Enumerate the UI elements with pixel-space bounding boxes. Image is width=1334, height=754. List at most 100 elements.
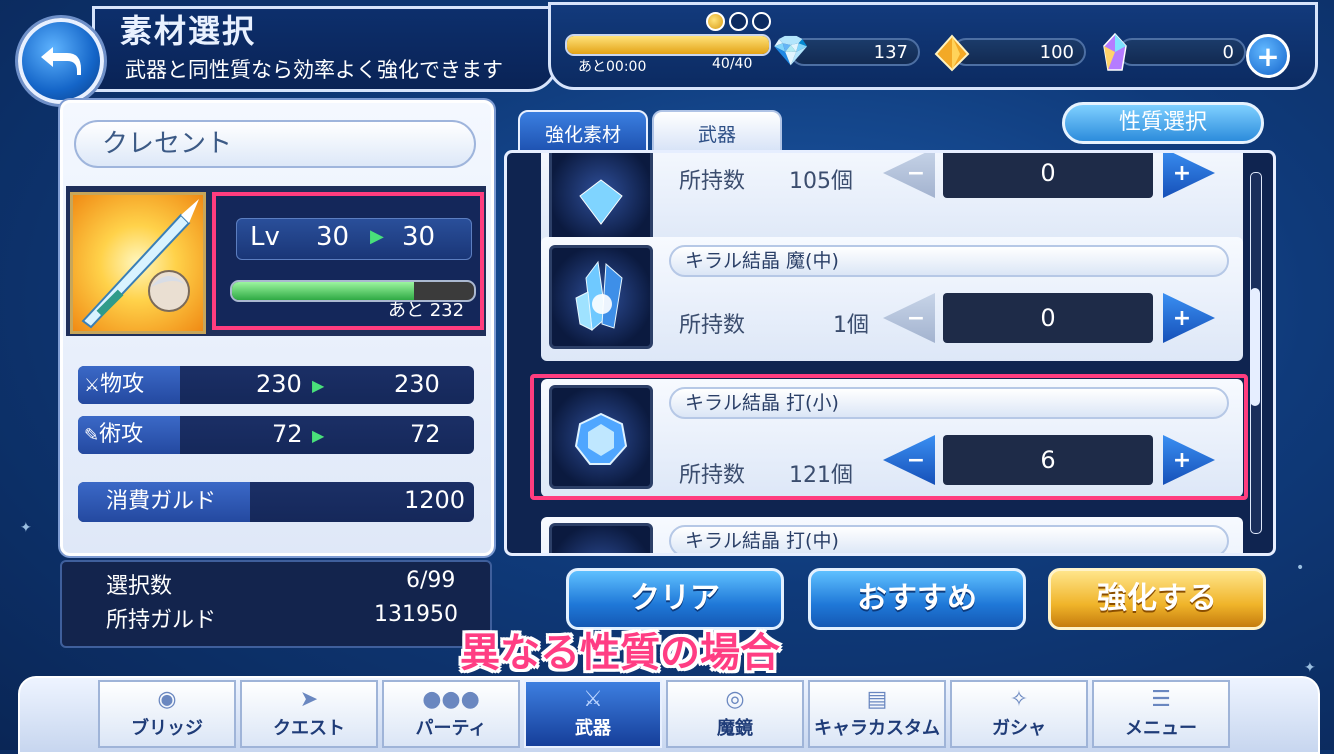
plus-icon: +	[1172, 160, 1192, 186]
crystal-count: 100	[1039, 41, 1074, 63]
nav-quest[interactable]: ➤ クエスト	[240, 680, 378, 748]
increase-button[interactable]: +	[1163, 153, 1215, 198]
nav-label: 武器	[575, 718, 611, 739]
gacha-icon: ✧	[1009, 687, 1029, 712]
owned-count: 1個	[833, 313, 869, 338]
owned-gold-value: 131950	[374, 602, 458, 627]
wand-icon: ✎	[84, 425, 100, 446]
rainbow-crystal-count: 0	[1222, 41, 1234, 63]
increase-button[interactable]: +	[1163, 293, 1215, 343]
sword-icon	[81, 199, 199, 329]
arrow-right-icon: ▶	[312, 426, 325, 445]
quest-icon: ➤	[299, 687, 319, 712]
crystal-icon	[549, 153, 653, 245]
nav-label: メニュー	[1125, 718, 1197, 739]
back-arrow-icon	[41, 47, 81, 75]
nav-weapon[interactable]: ⚔ 武器	[524, 680, 662, 748]
gold-cost-label: 消費ガルド	[78, 482, 250, 522]
minus-icon: −	[906, 305, 926, 331]
stamina-dot	[752, 12, 771, 31]
stamina-dot	[729, 12, 748, 31]
back-button[interactable]	[18, 18, 104, 104]
add-currency-button[interactable]: +	[1246, 34, 1290, 78]
stat-value-after: 72	[410, 420, 441, 448]
stamina-bar	[565, 34, 771, 56]
party-icon: ●●●	[422, 687, 480, 712]
owned-label: 所持数	[679, 169, 746, 194]
material-list-item[interactable]: キラル結晶 打(中)	[541, 517, 1243, 553]
plus-icon: +	[1172, 305, 1192, 331]
stamina-timer: あと00:00	[578, 59, 647, 75]
nav-gacha[interactable]: ✧ ガシャ	[950, 680, 1088, 748]
nav-label: ブリッジ	[131, 718, 203, 739]
nav-mirror[interactable]: ◎ 魔鏡	[666, 680, 804, 748]
page-subtitle: 武器と同性質なら効率よく強化できます	[125, 58, 503, 82]
stamina-dot	[706, 12, 725, 31]
material-list-item[interactable]: 所持数 105個 − 0 +	[541, 153, 1243, 251]
decrease-button[interactable]: −	[883, 153, 935, 198]
level-current: 30	[316, 222, 350, 252]
decrease-button[interactable]: −	[883, 293, 935, 343]
sparkle-decoration: ✦	[20, 520, 32, 536]
trait-select-button[interactable]: 性質選択	[1062, 102, 1264, 144]
rainbow-crystal-icon	[1103, 32, 1127, 71]
stamina-dots	[706, 12, 771, 31]
nav-label: ガシャ	[992, 718, 1046, 739]
sparkle-decoration: •	[1296, 560, 1305, 576]
gem-count: 137	[873, 41, 908, 63]
recommend-button[interactable]: おすすめ	[808, 568, 1026, 630]
stat-tag: ⚔物攻	[78, 366, 180, 404]
mirror-icon: ◎	[725, 687, 745, 712]
menu-icon: ☰	[1151, 687, 1171, 712]
sword-small-icon: ⚔	[84, 375, 101, 396]
stat-label: 術攻	[99, 422, 144, 447]
material-name: キラル結晶 打(中)	[669, 525, 1229, 553]
stat-value-after: 230	[394, 370, 440, 398]
gem-counter: 137	[790, 38, 920, 66]
gold-crystal-icon	[934, 34, 970, 72]
stat-value-current: 72	[272, 420, 303, 448]
owned-count: 105個	[789, 169, 853, 194]
enhance-button[interactable]: 強化する	[1048, 568, 1266, 630]
quantity-display: 0	[943, 153, 1153, 198]
stat-label: 物攻	[100, 372, 145, 397]
nav-character-custom[interactable]: ▤ キャラカスタム	[808, 680, 946, 748]
owned-gold-label: 所持ガルド	[106, 608, 217, 633]
crystal-icon	[549, 523, 653, 553]
exp-bar-fill	[232, 282, 414, 300]
selected-item-highlight	[530, 374, 1248, 500]
nav-label: クエスト	[273, 718, 345, 739]
plus-icon: +	[1256, 39, 1280, 73]
exp-remaining: あと 232	[388, 300, 465, 321]
diamond-icon: 💎	[772, 34, 810, 69]
gold-cost-value: 1200	[404, 486, 466, 514]
stat-tag: ✎術攻	[78, 416, 180, 454]
quantity-display: 0	[943, 293, 1153, 343]
rainbow-crystal-counter: 0	[1118, 38, 1246, 66]
nav-menu[interactable]: ☰ メニュー	[1092, 680, 1230, 748]
crystal-cluster-icon	[549, 245, 653, 349]
custom-icon: ▤	[866, 687, 888, 712]
stamina-count: 40/40	[712, 56, 753, 72]
nav-label: キャラカスタム	[814, 718, 940, 739]
material-name: キラル結晶 魔(中)	[669, 245, 1229, 277]
selected-count-value: 6/99	[406, 568, 456, 593]
list-scrollbar-thumb[interactable]	[1250, 288, 1260, 406]
nav-bridge[interactable]: ◉ ブリッジ	[98, 680, 236, 748]
nav-party[interactable]: ●●● パーティ	[382, 680, 520, 748]
sparkle-decoration: ✦	[1304, 660, 1316, 676]
weapon-icon: ⚔	[583, 687, 603, 712]
arrow-right-icon: ▶	[312, 376, 325, 395]
page-title: 素材選択	[120, 12, 257, 50]
bridge-icon: ◉	[157, 687, 177, 712]
character-name: クレセント	[74, 120, 476, 168]
level-label: Lv	[250, 222, 280, 252]
selected-count-label: 選択数	[106, 574, 173, 599]
crystal-counter: 100	[952, 38, 1086, 66]
stamina-bar-fill	[567, 36, 769, 54]
material-list-item[interactable]: キラル結晶 魔(中) 所持数 1個 − 0 +	[541, 237, 1243, 361]
annotation-caption: 異なる性質の場合	[460, 630, 780, 676]
arrow-right-icon: ▶	[370, 226, 384, 247]
nav-label: 魔鏡	[717, 718, 753, 739]
minus-icon: −	[906, 160, 926, 186]
